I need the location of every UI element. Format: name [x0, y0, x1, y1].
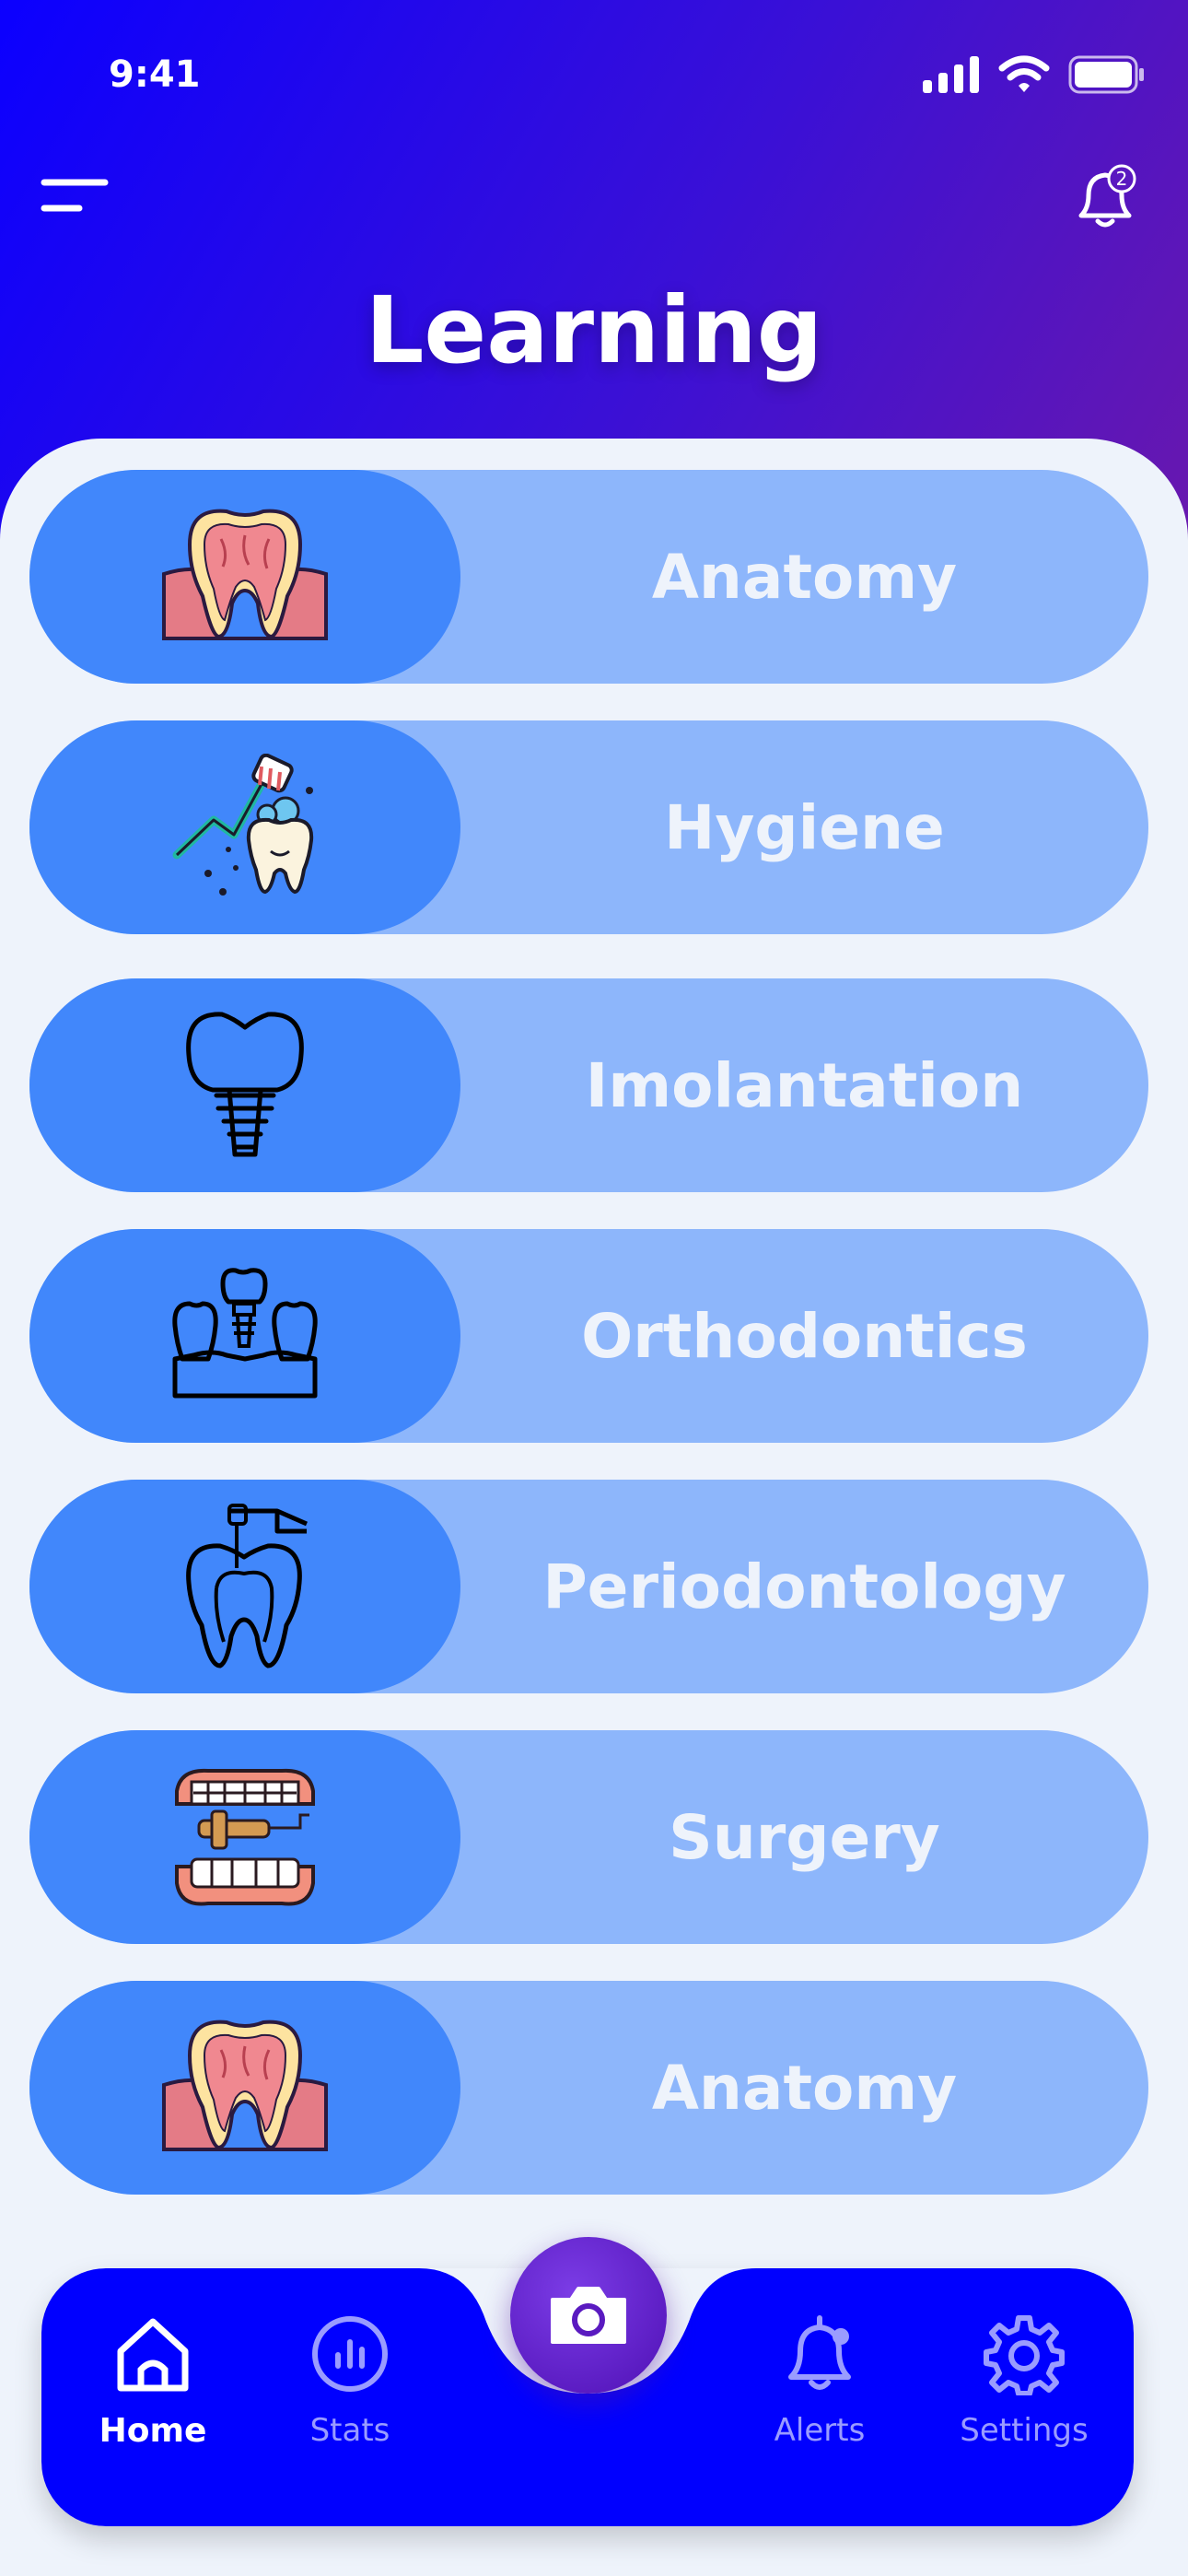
nav-stats[interactable]: Stats [267, 2313, 433, 2469]
stats-icon [312, 2316, 388, 2392]
card-label: Anatomy [651, 541, 958, 613]
card-surgery[interactable]: Surgery [29, 1730, 1148, 1944]
card-icon-bg [29, 1730, 460, 1944]
toothbrush-icon [172, 754, 314, 896]
gear-icon [984, 2315, 1065, 2396]
battery-icon [1068, 55, 1144, 94]
card-icon-bg [29, 470, 460, 684]
tooth-anatomy-icon [162, 2020, 328, 2151]
card-orthodontics[interactable]: Orthodontics [29, 1229, 1148, 1443]
menu-icon[interactable] [39, 175, 112, 221]
dental-implant-icon [186, 1012, 304, 1157]
nav-label-settings: Settings [960, 2412, 1089, 2449]
status-time: 9:41 [109, 53, 201, 96]
nav-label-stats: Stats [309, 2412, 390, 2449]
card-icon-bg [29, 1981, 460, 2195]
card-label: Hygiene [664, 791, 945, 863]
card-label: Orthodontics [581, 1300, 1028, 1372]
card-periodontology[interactable]: Periodontology [29, 1480, 1148, 1693]
card-label: Imolantation [585, 1049, 1024, 1121]
card-icon-bg [29, 720, 460, 934]
camera-button[interactable] [510, 2237, 667, 2394]
card-hygiene[interactable]: Hygiene [29, 720, 1148, 934]
home-icon [117, 2318, 189, 2392]
card-label: Surgery [669, 1801, 940, 1873]
nav-label-alerts: Alerts [774, 2412, 866, 2449]
bell-alert-icon [788, 2315, 851, 2390]
wifi-icon [998, 55, 1050, 92]
card-label: Periodontology [542, 1551, 1066, 1622]
card-anatomy[interactable]: Anatomy [29, 470, 1148, 684]
camera-icon [551, 2287, 626, 2344]
bell-icon: 2 [1078, 164, 1136, 228]
notification-count: 2 [1116, 168, 1128, 190]
card-icon-bg [29, 1229, 460, 1443]
signal-icon [923, 56, 979, 93]
status-icons [923, 55, 1146, 94]
notification-bell-button[interactable]: 2 [1068, 160, 1142, 234]
nav-alerts[interactable]: Alerts [737, 2313, 903, 2469]
nav-home[interactable]: Home [70, 2313, 236, 2469]
card-icon-bg [29, 978, 460, 1192]
card-icon-bg [29, 1480, 460, 1693]
nav-label-home: Home [99, 2412, 207, 2450]
card-anatomy-2[interactable]: Anatomy [29, 1981, 1148, 2195]
page-title: Learning [365, 276, 823, 384]
dental-bridge-icon [172, 1268, 318, 1399]
root-canal-icon [186, 1504, 309, 1669]
dental-drill-icon [175, 1768, 315, 1906]
nav-settings[interactable]: Settings [941, 2313, 1107, 2469]
card-label: Anatomy [651, 2052, 958, 2124]
tooth-anatomy-icon [162, 509, 328, 640]
card-implantation[interactable]: Imolantation [29, 978, 1148, 1192]
